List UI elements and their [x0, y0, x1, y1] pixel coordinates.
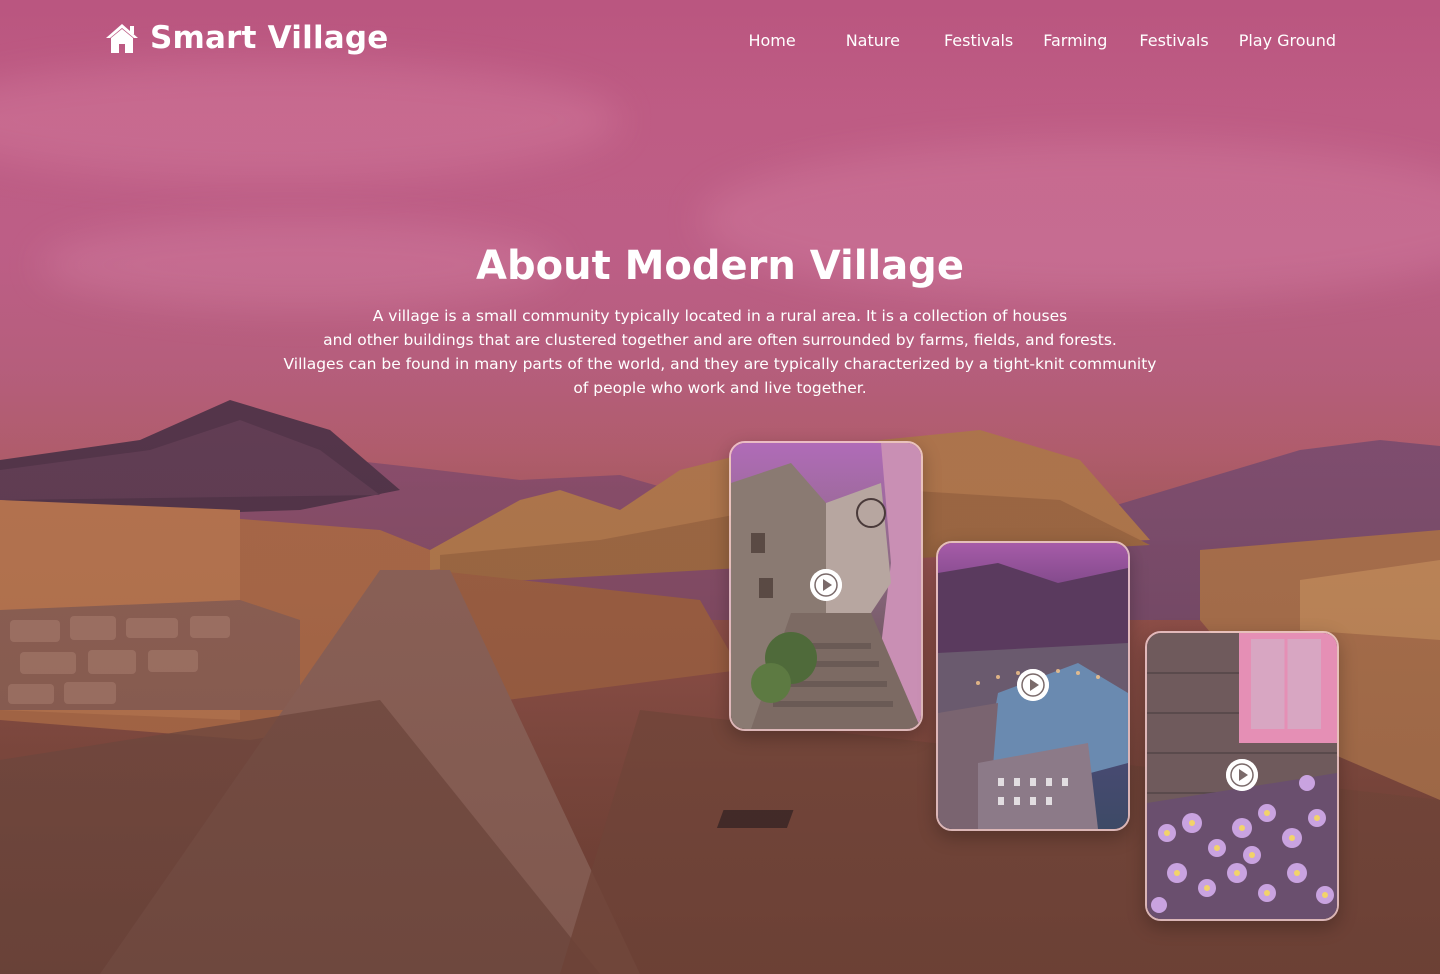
- hero-description: A village is a small community typically…: [250, 304, 1190, 400]
- video-card-stone-alley[interactable]: [729, 441, 923, 731]
- play-icon: [810, 569, 842, 601]
- play-icon: [1017, 669, 1049, 701]
- main-nav: Home Nature Festivals Farming Festivals …: [748, 29, 1336, 51]
- home-icon: [104, 22, 140, 54]
- play-icon: [1226, 759, 1258, 791]
- play-button[interactable]: [1017, 669, 1049, 701]
- nav-item-home[interactable]: Home: [748, 31, 795, 50]
- nav-item-festivals[interactable]: Festivals: [944, 31, 1013, 50]
- landing-page: Smart Village Home Nature Festivals Farm…: [0, 0, 1440, 974]
- nav-item-play-ground[interactable]: Play Ground: [1239, 31, 1336, 50]
- nav-item-farming[interactable]: Farming: [1043, 31, 1107, 50]
- hero-description-line: Villages can be found in many parts of t…: [283, 355, 1157, 373]
- hero-description-line: and other buildings that are clustered t…: [323, 331, 1117, 349]
- play-button[interactable]: [810, 569, 842, 601]
- nav-item-nature[interactable]: Nature: [846, 31, 900, 50]
- hero-description-line: of people who work and live together.: [573, 379, 867, 397]
- logo-text: Smart Village: [150, 20, 389, 56]
- nav-item-festivals-2[interactable]: Festivals: [1139, 31, 1208, 50]
- hero-description-line: A village is a small community typically…: [372, 307, 1068, 325]
- site-header: Smart Village Home Nature Festivals Farm…: [0, 0, 1440, 80]
- video-card-flowers[interactable]: [1145, 631, 1339, 921]
- play-button[interactable]: [1226, 759, 1258, 791]
- hero-section: About Modern Village A village is a smal…: [0, 236, 1440, 400]
- hero-title: About Modern Village: [476, 243, 964, 289]
- video-card-river-town[interactable]: [936, 541, 1130, 831]
- logo-link[interactable]: Smart Village: [104, 20, 389, 56]
